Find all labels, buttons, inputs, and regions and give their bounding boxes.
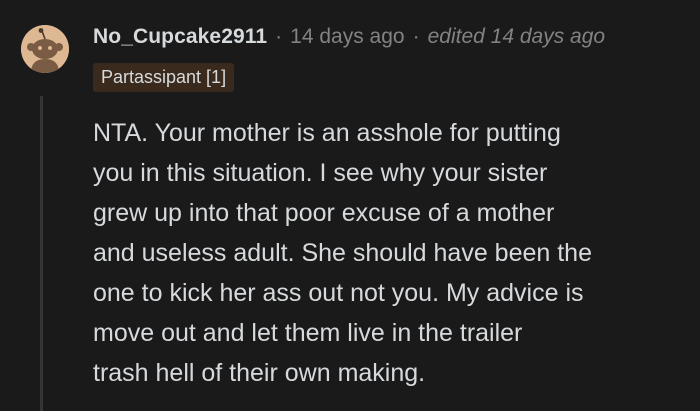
user-flair: Partassipant [1] [93, 63, 235, 92]
comment-text-line: grew up into that poor excuse of a mothe… [93, 199, 555, 227]
separator-dot: · [275, 25, 283, 48]
snoo-avatar-icon[interactable] [21, 25, 69, 73]
comment-text-line: NTA. Your mother is an asshole for putti… [93, 119, 561, 147]
comment-text-line: one to kick her ass out not you. My advi… [93, 279, 584, 307]
post-timestamp[interactable]: 14 days ago [290, 25, 404, 49]
username-link[interactable]: No_Cupcake2911 [93, 25, 267, 49]
comment-text-line: trash hell of their own making. [93, 359, 426, 387]
edited-timestamp: edited 14 days ago [427, 25, 606, 48]
separator-dot: · [412, 25, 420, 48]
comment-text-line: and useless adult. She should have been … [93, 239, 592, 267]
comment-text-line: you in this situation. I see why your si… [93, 159, 548, 187]
comment: No_Cupcake2911 · 14 days ago · edited 14… [0, 0, 700, 411]
comment-header: No_Cupcake2911 · 14 days ago · edited 14… [93, 22, 605, 52]
thread-line[interactable] [40, 96, 43, 411]
comment-text-line: move out and let them live in the traile… [93, 319, 523, 347]
comment-body: NTA. Your mother is an asshole for putti… [93, 113, 683, 393]
